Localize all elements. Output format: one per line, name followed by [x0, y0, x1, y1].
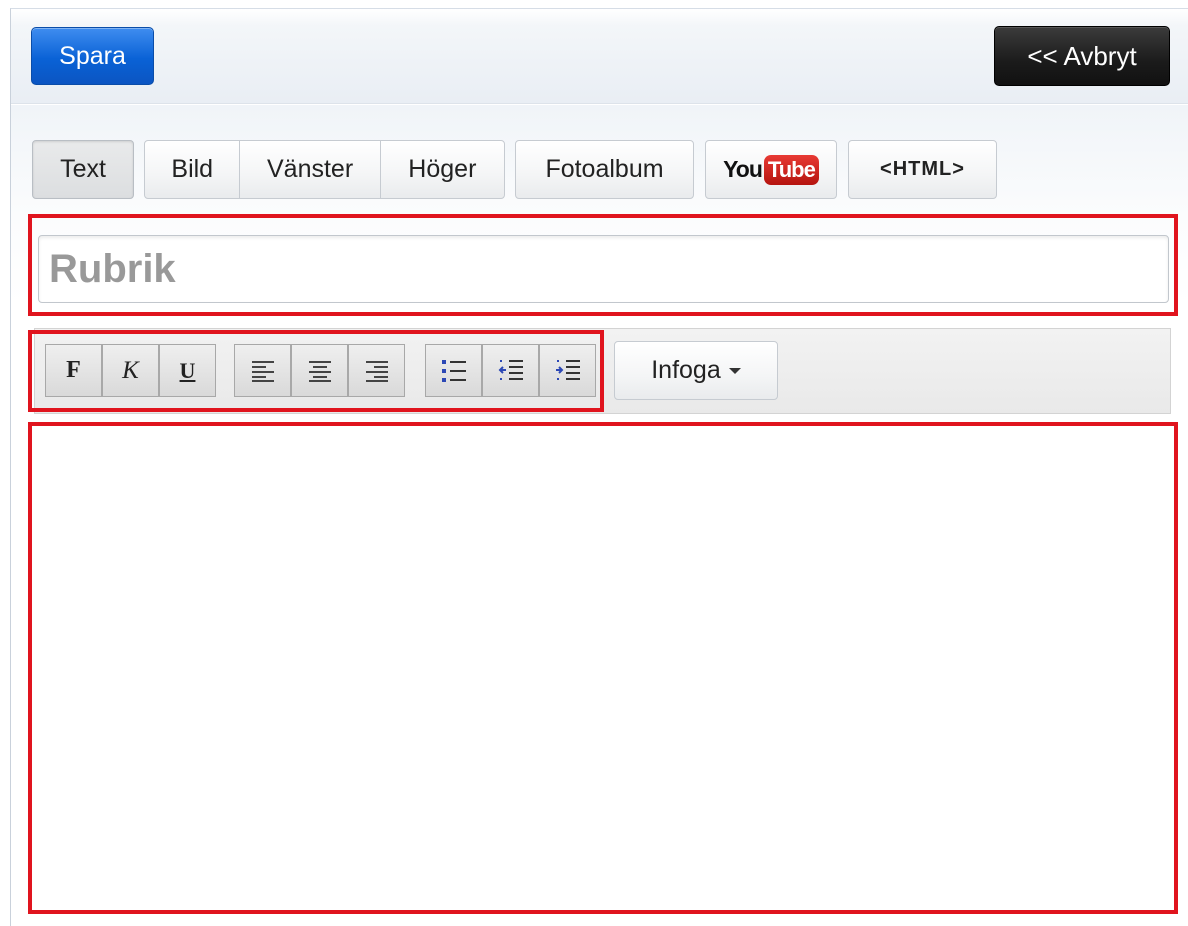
youtube-logo: You Tube	[723, 154, 819, 185]
cancel-button[interactable]: << Avbryt	[994, 26, 1170, 86]
body-highlight	[28, 422, 1178, 914]
format-buttons-highlight	[28, 330, 604, 412]
image-right-button[interactable]: Höger	[381, 141, 504, 198]
chevron-down-icon	[728, 367, 741, 374]
save-button[interactable]: Spara	[31, 27, 154, 85]
text-type-button[interactable]: Text	[32, 140, 134, 199]
image-type-button[interactable]: Bild	[145, 141, 241, 198]
image-left-button[interactable]: Vänster	[240, 141, 381, 198]
image-position-group: Bild Vänster Höger	[144, 140, 505, 199]
insert-label: Infoga	[651, 356, 721, 384]
photo-album-button[interactable]: Fotoalbum	[515, 140, 694, 199]
title-input[interactable]	[38, 235, 1169, 303]
html-button[interactable]: <HTML>	[848, 140, 997, 199]
youtube-button[interactable]: You Tube	[705, 140, 837, 199]
insert-dropdown-button[interactable]: Infoga	[614, 341, 778, 400]
